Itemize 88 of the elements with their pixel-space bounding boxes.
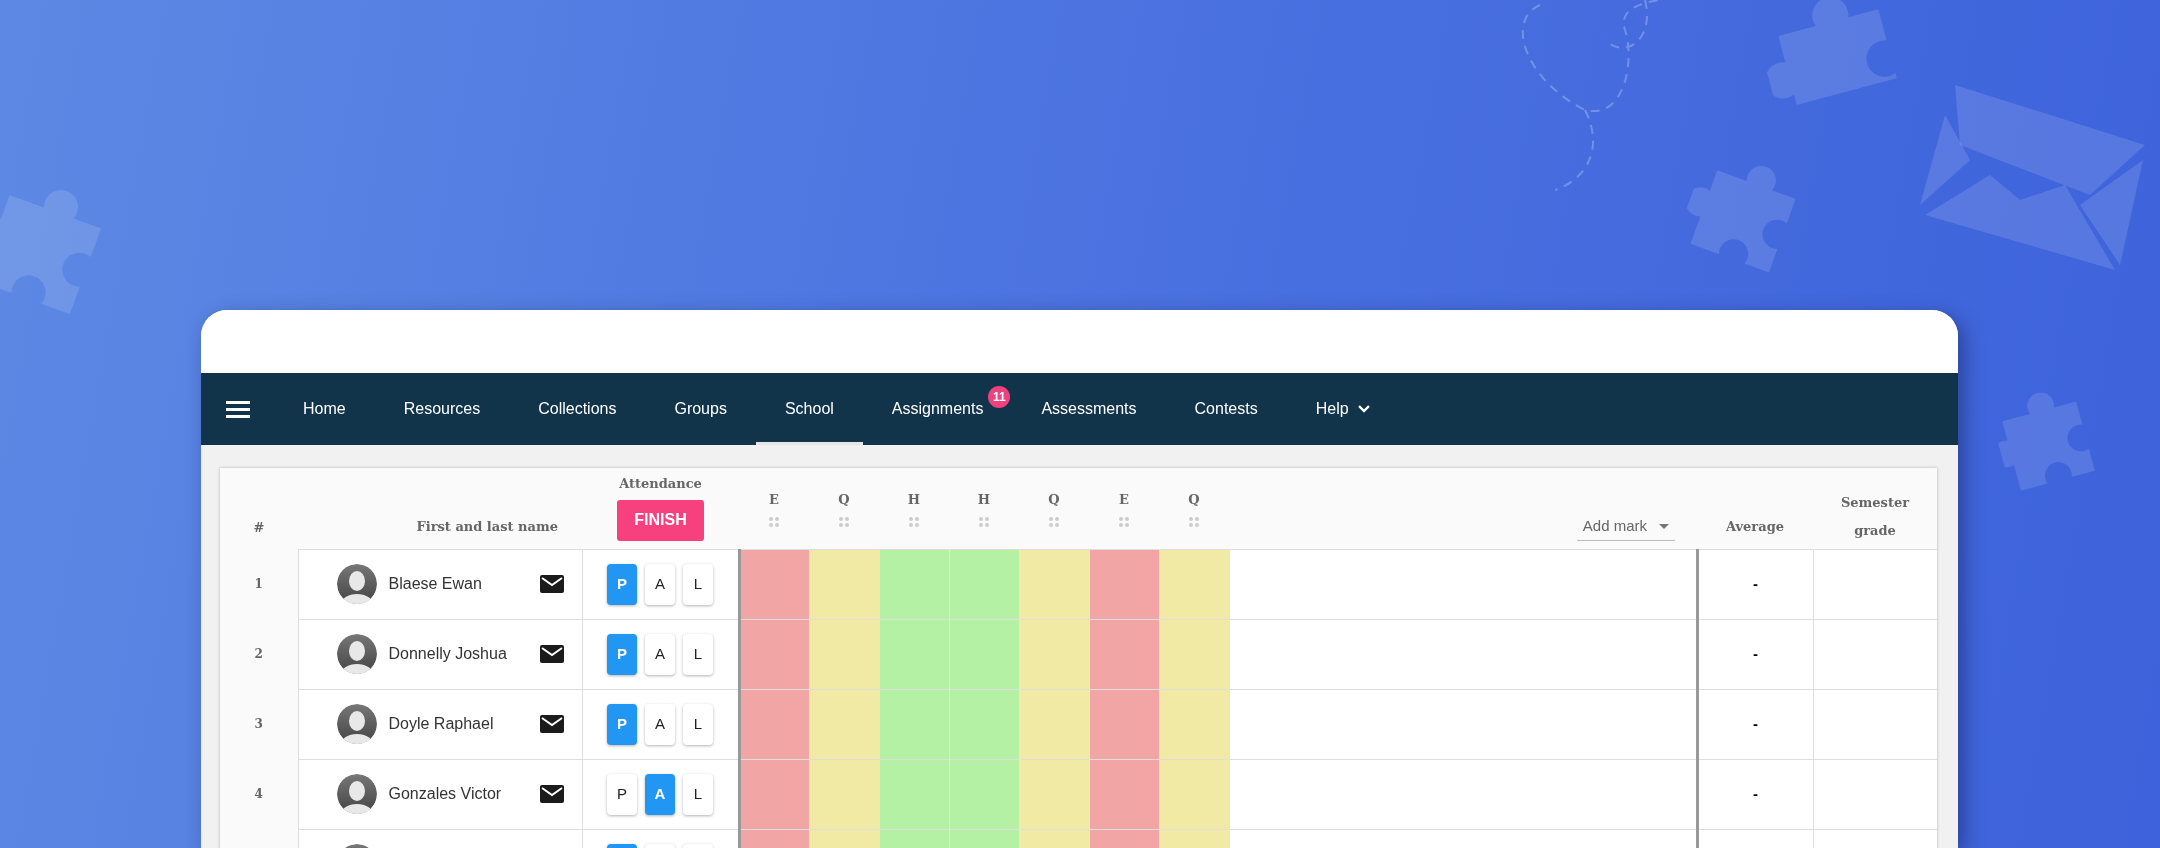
mark-cell[interactable] xyxy=(1019,759,1089,829)
drag-handle-icon[interactable] xyxy=(839,516,849,527)
average-value: - xyxy=(1753,644,1758,662)
avatar xyxy=(336,564,377,604)
column-header: Semester grade xyxy=(1839,493,1911,540)
mark-cell[interactable] xyxy=(879,619,949,689)
mark-cell[interactable] xyxy=(949,689,1019,759)
mark-cell[interactable] xyxy=(1089,759,1159,829)
drag-handle-icon[interactable] xyxy=(979,516,989,527)
row-number: 2 xyxy=(254,647,263,661)
attendance-option[interactable]: A xyxy=(645,703,675,745)
mark-cell[interactable] xyxy=(1159,689,1229,759)
drag-handle-icon[interactable] xyxy=(1049,516,1059,527)
attendance-option[interactable]: L xyxy=(683,633,713,675)
average-value: - xyxy=(1753,714,1758,732)
drag-handle-icon[interactable] xyxy=(769,516,779,527)
mail-icon[interactable] xyxy=(539,575,564,593)
column-header: Q xyxy=(838,491,850,509)
column-header: E xyxy=(769,491,779,509)
mark-cell[interactable] xyxy=(879,549,949,619)
row-number: 4 xyxy=(254,787,263,801)
column-header: H xyxy=(907,491,921,509)
mark-cell[interactable] xyxy=(739,619,809,689)
avatar xyxy=(336,634,377,674)
column-header: Q xyxy=(1048,491,1060,509)
mark-cell[interactable] xyxy=(1159,619,1229,689)
mark-cell[interactable] xyxy=(879,689,949,759)
mark-cell[interactable] xyxy=(809,619,879,689)
column-header: Average xyxy=(1726,519,1784,534)
mark-cell[interactable] xyxy=(1019,689,1089,759)
drag-handle-icon[interactable] xyxy=(909,516,919,527)
nav-tab[interactable]: School xyxy=(755,373,863,445)
column-header: Attendance xyxy=(619,475,702,493)
nav-tab[interactable]: Home xyxy=(274,373,375,445)
attendance-option[interactable]: A xyxy=(645,633,675,675)
column-header: # xyxy=(253,519,265,535)
mark-cell[interactable] xyxy=(1089,689,1159,759)
menu-icon[interactable] xyxy=(226,400,250,418)
notification-count: 11 xyxy=(988,386,1011,408)
mark-cell[interactable] xyxy=(1089,619,1159,689)
mark-cell[interactable] xyxy=(1019,549,1089,619)
mark-cell[interactable] xyxy=(1159,549,1229,619)
nav-tab[interactable]: Help xyxy=(1286,373,1400,445)
average-value: - xyxy=(1753,784,1758,802)
drag-handle-icon[interactable] xyxy=(1119,516,1129,527)
nav-tab[interactable]: Resources xyxy=(374,373,510,445)
drag-handle-icon[interactable] xyxy=(1189,516,1199,527)
attendance-option[interactable]: A xyxy=(645,563,675,605)
mail-icon[interactable] xyxy=(539,715,564,733)
column-header: First and last name xyxy=(416,519,558,534)
mark-cell[interactable] xyxy=(1019,619,1089,689)
mark-cell[interactable] xyxy=(739,759,809,829)
avatar xyxy=(336,774,377,814)
mark-cell[interactable] xyxy=(1159,759,1229,829)
mark-cell[interactable] xyxy=(949,619,1019,689)
student-name: Donnelly Joshua xyxy=(388,644,508,664)
attendance-option[interactable]: L xyxy=(683,773,713,815)
nav-tab[interactable]: Contests xyxy=(1165,373,1287,445)
mark-cell[interactable] xyxy=(949,759,1019,829)
avatar xyxy=(336,704,377,744)
attendance-option[interactable]: L xyxy=(683,703,713,745)
mark-cell[interactable] xyxy=(809,549,879,619)
column-header: Q xyxy=(1188,491,1200,509)
student-name: Blaese Ewan xyxy=(388,574,483,594)
attendance-option[interactable]: L xyxy=(683,563,713,605)
mail-icon[interactable] xyxy=(539,785,564,803)
mark-cell[interactable] xyxy=(949,549,1019,619)
student-name: Doyle Raphael xyxy=(388,714,495,734)
mark-cell[interactable] xyxy=(809,689,879,759)
attendance-option[interactable]: P xyxy=(607,773,637,815)
nav-tab[interactable]: Assignments 11 xyxy=(862,373,1013,445)
mark-cell[interactable] xyxy=(1089,549,1159,619)
row-number: 1 xyxy=(254,577,263,591)
nav-tab[interactable]: Assessments xyxy=(1012,373,1166,445)
mark-cell[interactable] xyxy=(809,759,879,829)
nav-tab[interactable]: Groups xyxy=(645,373,756,445)
mail-icon[interactable] xyxy=(539,645,564,663)
caret-icon xyxy=(1659,523,1669,529)
row-number: 3 xyxy=(254,717,263,731)
column-header: E xyxy=(1119,491,1129,509)
student-name: Gonzales Victor xyxy=(388,784,503,804)
average-value: - xyxy=(1753,574,1758,592)
add-mark-dropdown[interactable]: Add mark xyxy=(1576,515,1675,541)
mark-cell[interactable] xyxy=(739,549,809,619)
mark-cell[interactable] xyxy=(739,689,809,759)
mark-cell[interactable] xyxy=(879,759,949,829)
column-header: H xyxy=(977,491,991,509)
nav-tab[interactable]: Collections xyxy=(509,373,646,445)
